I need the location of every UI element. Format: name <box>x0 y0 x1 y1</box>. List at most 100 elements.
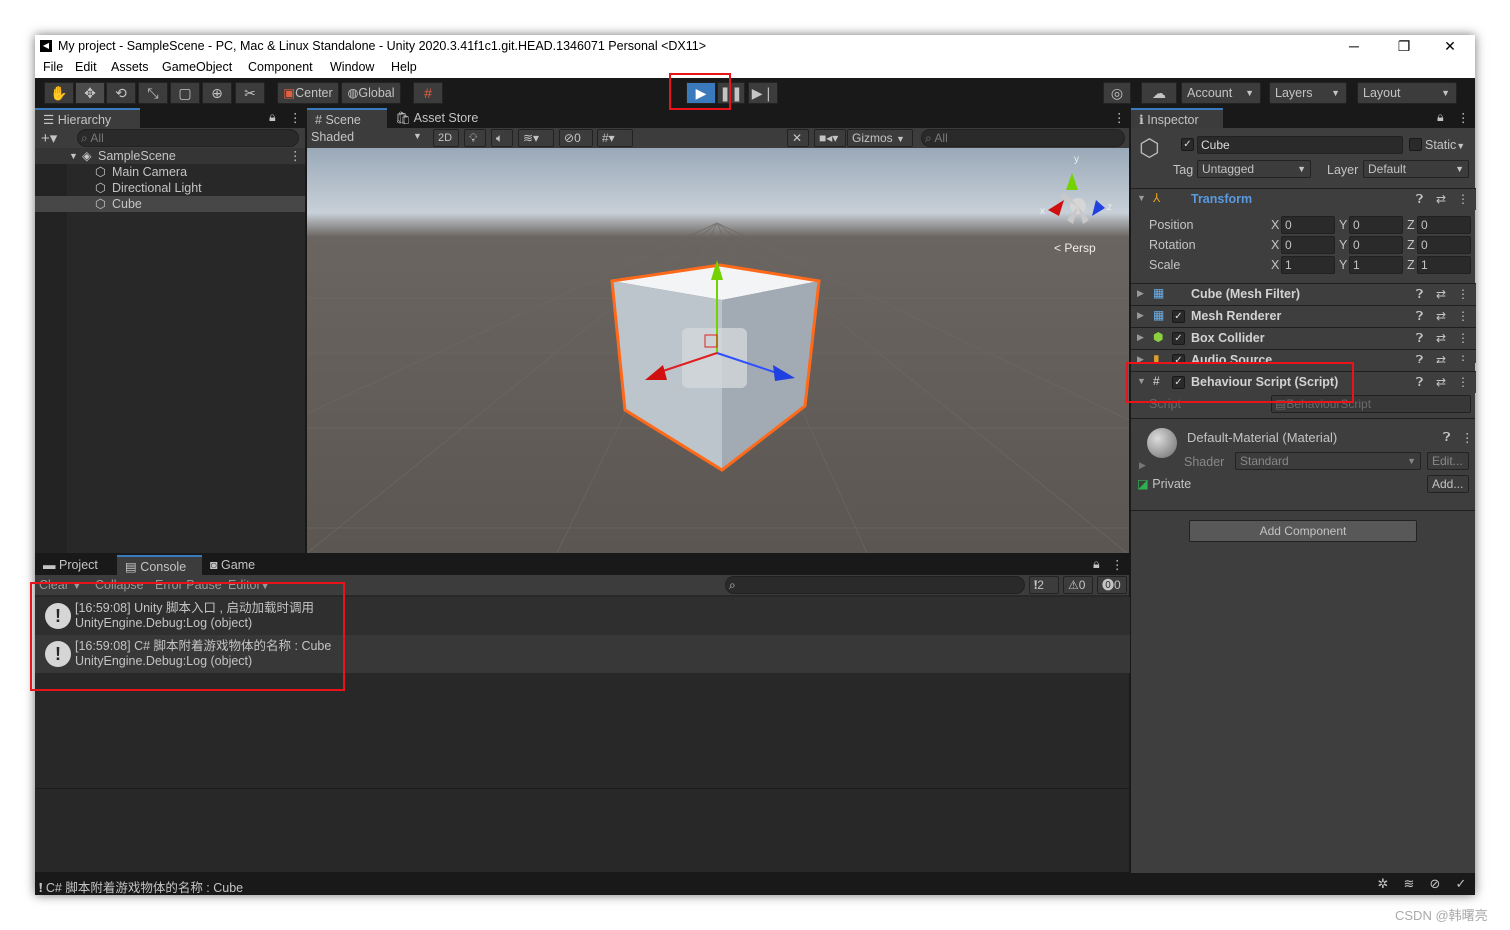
component-audio-source[interactable]: ▶ ▮ ✓ Audio Source ❓︎ ⇄ ⋮ <box>1131 349 1476 363</box>
toggle-2d-button[interactable]: 2D <box>433 129 459 147</box>
scale-x-field[interactable]: 1 <box>1281 256 1335 274</box>
create-plus-button[interactable]: +▾ <box>41 129 57 147</box>
rotation-x-field[interactable]: 0 <box>1281 236 1335 254</box>
lock-icon[interactable]: 🔒︎ <box>1093 557 1100 572</box>
step-button[interactable]: ▶❘ <box>748 82 778 104</box>
orientation-gizmo[interactable] <box>1048 173 1105 224</box>
menu-component[interactable]: Component <box>248 60 313 74</box>
grid-snap-icon[interactable]: # <box>413 82 443 104</box>
object-name-field[interactable]: Cube <box>1197 136 1403 154</box>
foldout-arrow-icon[interactable]: ▶ <box>1137 288 1144 299</box>
kebab-menu-icon[interactable]: ⋮ <box>289 110 302 125</box>
close-button[interactable]: ✕ <box>1427 35 1473 57</box>
camera-dropdown-icon[interactable]: ■◂▾ <box>814 129 846 147</box>
kebab-menu-icon[interactable]: ⋮ <box>1457 331 1469 345</box>
kebab-menu-icon[interactable]: ⋮ <box>1457 192 1469 206</box>
shader-edit-button[interactable]: Edit... <box>1427 452 1469 470</box>
console-splitter[interactable] <box>35 788 1129 789</box>
progress-icon[interactable]: ≋ <box>1401 876 1417 892</box>
tag-dropdown[interactable]: Untagged ▼ <box>1197 160 1311 178</box>
foldout-arrow-icon[interactable]: ▶ <box>1139 460 1146 471</box>
help-icon[interactable]: ❓︎ <box>1416 287 1423 302</box>
effects-dropdown-icon[interactable]: ≋▾ <box>518 129 554 147</box>
scale-y-field[interactable]: 1 <box>1349 256 1403 274</box>
layers-dropdown[interactable]: Layers ▼ <box>1269 82 1347 104</box>
visibility-toggle[interactable]: ⊘0 <box>559 129 593 147</box>
component-box-collider[interactable]: ▶ ⬢ ✓ Box Collider ❓︎ ⇄ ⋮ <box>1131 327 1476 349</box>
foldout-arrow-icon[interactable]: ▶ <box>1137 310 1144 321</box>
warning-count-toggle[interactable]: ⚠0 <box>1063 576 1093 594</box>
menu-assets[interactable]: Assets <box>111 60 149 74</box>
shading-mode-dropdown[interactable]: Shaded <box>311 130 354 144</box>
scale-tool-icon[interactable]: ⤡ <box>138 82 168 104</box>
kebab-menu-icon[interactable]: ⋮ <box>1457 375 1469 389</box>
kebab-menu-icon[interactable]: ⋮ <box>1113 110 1126 125</box>
foldout-arrow-icon[interactable]: ▼ <box>1137 193 1146 203</box>
active-checkbox[interactable]: ✓ <box>1181 138 1194 151</box>
component-mesh-renderer[interactable]: ▶ ▦ ✓ Mesh Renderer ❓︎ ⇄ ⋮ <box>1131 305 1476 327</box>
move-tool-icon[interactable]: ✥ <box>75 82 105 104</box>
tab-hierarchy[interactable]: ☰ Hierarchy <box>35 108 140 128</box>
foldout-arrow-icon[interactable]: ▼ <box>69 148 78 164</box>
grid-toggle-icon[interactable]: #▾ <box>597 129 633 147</box>
error-count-toggle[interactable]: ⓿0 <box>1097 576 1127 594</box>
foldout-arrow-icon[interactable]: ▶ <box>1137 332 1144 343</box>
rotate-tool-icon[interactable]: ⟲ <box>106 82 136 104</box>
shader-dropdown[interactable]: Standard ▼ <box>1235 452 1421 470</box>
menu-help[interactable]: Help <box>391 60 417 74</box>
presets-icon[interactable]: ⇄ <box>1436 353 1446 363</box>
presets-icon[interactable]: ⇄ <box>1436 331 1446 345</box>
scene-viewport[interactable]: y x z < Persp <box>307 148 1129 553</box>
presets-icon[interactable]: ⇄ <box>1436 192 1446 206</box>
tab-asset-store[interactable]: 🛍︎ Asset Store <box>387 108 486 128</box>
restore-button[interactable]: ❐ <box>1381 35 1427 57</box>
rect-tool-icon[interactable]: ▢ <box>170 82 200 104</box>
transform-tool-icon[interactable]: ⊕ <box>202 82 232 104</box>
hierarchy-item[interactable]: ⬡ Main Camera <box>35 164 305 180</box>
component-mesh-filter[interactable]: ▶ ▦ Cube (Mesh Filter) ❓︎ ⇄ ⋮ <box>1131 283 1476 305</box>
kebab-menu-icon[interactable]: ⋮ <box>1461 430 1474 445</box>
tab-project[interactable]: ▬ Project <box>35 555 106 575</box>
cloud-icon[interactable]: ☁ <box>1141 82 1177 104</box>
status-message[interactable]: ❗︎ C# 脚本附着游戏物体的名称 : Cube <box>39 877 243 896</box>
presets-icon[interactable]: ⇄ <box>1436 375 1446 389</box>
presets-icon[interactable]: ⇄ <box>1436 287 1446 301</box>
rotation-y-field[interactable]: 0 <box>1349 236 1403 254</box>
help-icon[interactable]: ❓︎ <box>1416 375 1423 390</box>
debug-icon[interactable]: ⊘ <box>1427 876 1443 892</box>
add-component-button[interactable]: Add Component <box>1189 520 1417 542</box>
enabled-checkbox[interactable]: ✓ <box>1172 332 1185 345</box>
static-checkbox[interactable] <box>1409 138 1422 151</box>
kebab-menu-icon[interactable]: ⋮ <box>1111 557 1124 572</box>
minimize-button[interactable]: ─ <box>1331 35 1377 57</box>
help-icon[interactable]: ❓︎ <box>1443 430 1451 445</box>
hierarchy-item-selected[interactable]: ⬡ Cube <box>35 196 305 212</box>
tools-icon[interactable]: ✕ <box>787 129 809 147</box>
lock-icon[interactable]: 🔒︎ <box>269 110 276 125</box>
layer-dropdown[interactable]: Default ▼ <box>1363 160 1469 178</box>
console-search-input[interactable]: ⌕ <box>725 576 1025 594</box>
position-x-field[interactable]: 0 <box>1281 216 1335 234</box>
check-icon[interactable]: ✓ <box>1453 876 1469 892</box>
tab-inspector[interactable]: ℹ Inspector <box>1131 108 1223 128</box>
enabled-checkbox[interactable]: ✓ <box>1172 310 1185 323</box>
scale-z-field[interactable]: 1 <box>1417 256 1471 274</box>
help-icon[interactable]: ❓︎ <box>1416 192 1423 207</box>
hand-tool-icon[interactable]: ✋ <box>44 82 74 104</box>
material-add-button[interactable]: Add... <box>1427 475 1469 493</box>
lighting-toggle-icon[interactable]: 💡︎ <box>464 129 486 147</box>
tab-console[interactable]: ▤ Console <box>117 555 202 575</box>
log-count-toggle[interactable]: ❗︎2 <box>1029 576 1059 594</box>
hierarchy-search-input[interactable]: ⌕ All <box>77 129 299 147</box>
kebab-menu-icon[interactable]: ⋮ <box>1457 287 1469 301</box>
custom-tool-icon[interactable]: ✂ <box>235 82 265 104</box>
gizmos-dropdown[interactable]: Gizmos ▼ <box>847 129 913 147</box>
position-z-field[interactable]: 0 <box>1417 216 1471 234</box>
help-icon[interactable]: ❓︎ <box>1416 309 1423 324</box>
menu-window[interactable]: Window <box>330 60 374 74</box>
position-y-field[interactable]: 0 <box>1349 216 1403 234</box>
presets-icon[interactable]: ⇄ <box>1436 309 1446 323</box>
layout-dropdown[interactable]: Layout ▼ <box>1357 82 1457 104</box>
kebab-menu-icon[interactable]: ⋮ <box>1457 309 1469 323</box>
audio-toggle-icon[interactable]: 🔈︎ <box>491 129 513 147</box>
